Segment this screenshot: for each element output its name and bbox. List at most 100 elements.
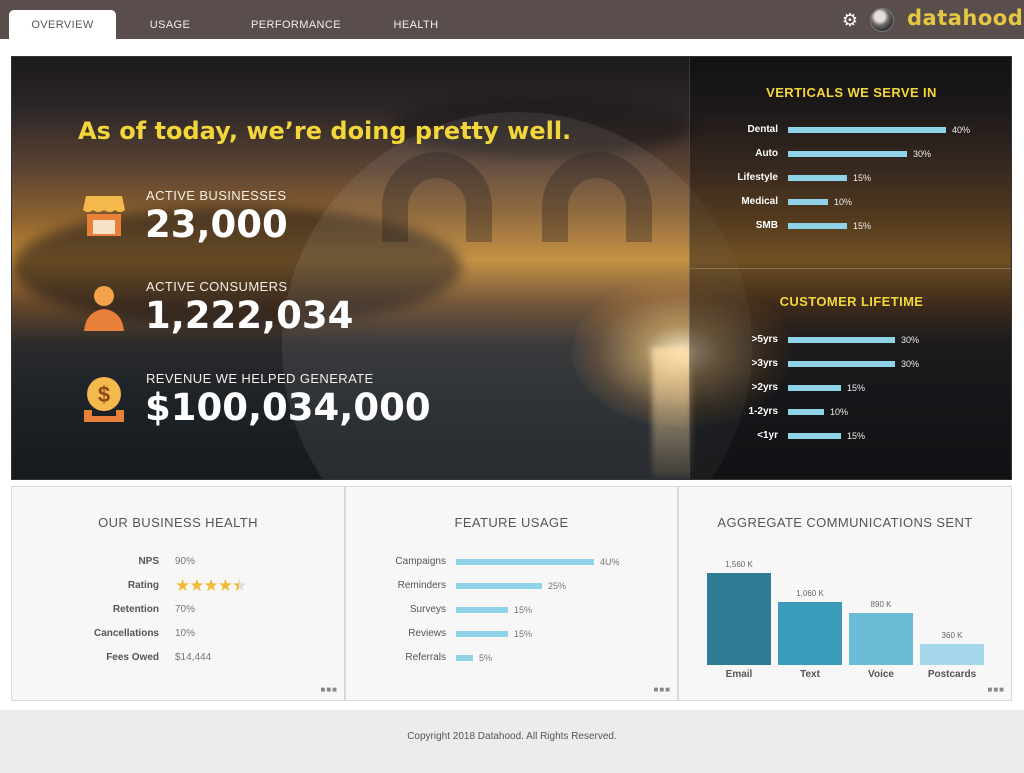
feature-row: Surveys 15% bbox=[410, 603, 532, 617]
svg-text:$: $ bbox=[98, 382, 110, 407]
tab-overview[interactable]: OVERVIEW bbox=[9, 10, 116, 39]
lifetime-row-label: <1yr bbox=[757, 430, 778, 441]
tab-usage[interactable]: USAGE bbox=[130, 10, 210, 39]
tab-health[interactable]: HEALTH bbox=[380, 10, 452, 39]
business-health-card: OUR BUSINESS HEALTH NPS 90% Rating ★★★★★… bbox=[11, 486, 345, 701]
feature-usage-card: FEATURE USAGE Campaigns 4U% Reminders 25% Su… bbox=[345, 486, 678, 701]
business-health-title: OUR BUSINESS HEALTH bbox=[98, 515, 258, 530]
feature-row-value: 15% bbox=[514, 605, 533, 615]
vertical-row-value: 10% bbox=[834, 197, 853, 207]
lifetime-row-bar bbox=[788, 409, 824, 415]
vertical-row-value: 30% bbox=[913, 149, 932, 159]
comm-label: Email bbox=[725, 669, 753, 680]
lifetime-row-value: 10% bbox=[830, 407, 849, 417]
vertical-row: Lifestyle 15% bbox=[737, 171, 871, 185]
top-nav-bar: OVERVIEW USAGE PERFORMANCE HEALTH ⚙ data… bbox=[0, 0, 1024, 39]
lifetime-row-value: 30% bbox=[901, 359, 920, 369]
more-dots-icon[interactable]: ■■■ bbox=[321, 685, 339, 694]
more-dots-icon[interactable]: ■■■ bbox=[988, 685, 1006, 694]
feature-row: Referrals 5% bbox=[405, 651, 492, 665]
vertical-row: Medical 10% bbox=[741, 195, 852, 209]
comm-bar bbox=[920, 644, 984, 665]
lifetime-row-bar bbox=[788, 337, 895, 343]
hero-banner: As of today, we’re doing pretty well. AC… bbox=[11, 56, 1012, 480]
vertical-row: Dental 40% bbox=[747, 123, 970, 137]
feature-usage-title: FEATURE USAGE bbox=[454, 515, 569, 530]
verticals-title: VERTICALS WE SERVE IN bbox=[766, 85, 937, 100]
feature-row-value: 25% bbox=[548, 581, 567, 591]
feature-row-label: Reminders bbox=[397, 580, 446, 591]
health-key: Cancellations bbox=[93, 628, 159, 639]
avatar[interactable] bbox=[870, 8, 894, 32]
health-key: Rating bbox=[127, 580, 159, 591]
communications-title: AGGREGATE COMMUNICATIONS SENT bbox=[717, 515, 973, 530]
stat-label-revenue: REVENUE WE HELPED GENERATE bbox=[146, 371, 374, 386]
comm-column: 1,560 K Email bbox=[707, 560, 771, 680]
lifetime-row: <1yr 15% bbox=[757, 429, 865, 443]
gear-icon[interactable]: ⚙ bbox=[840, 10, 860, 30]
feature-row-value: 4U% bbox=[600, 557, 620, 567]
person-icon bbox=[84, 286, 124, 331]
health-row-rating: Rating ★★★★★ bbox=[128, 576, 247, 595]
star-icon: ★ bbox=[175, 576, 190, 595]
star-icon: ★ bbox=[203, 576, 219, 595]
communications-card: AGGREGATE COMMUNICATIONS SENT 1,560 K Ema… bbox=[678, 486, 1012, 701]
copyright-text: Copyright 2018 Datahood. All Rights Rese… bbox=[407, 731, 617, 742]
vertical-row-bar bbox=[788, 223, 847, 229]
feature-row-bar bbox=[456, 607, 508, 613]
vertical-row-label: Medical bbox=[741, 196, 778, 207]
health-value: 10% bbox=[175, 628, 196, 639]
comm-value: 1,060 K bbox=[796, 589, 824, 598]
health-row-fees-owed: Fees Owed $14,444 bbox=[106, 651, 212, 665]
feature-row-bar bbox=[456, 631, 508, 637]
comm-bar bbox=[849, 613, 913, 665]
lifetime-title: CUSTOMER LIFETIME bbox=[779, 294, 924, 309]
stat-label-consumers: ACTIVE CONSUMERS bbox=[146, 279, 288, 294]
feature-row-bar bbox=[456, 583, 542, 589]
lifetime-row-value: 15% bbox=[847, 431, 866, 441]
lifetime-row-bar bbox=[788, 385, 841, 391]
more-dots-icon[interactable]: ■■■ bbox=[654, 685, 672, 694]
health-row-nps: NPS 90% bbox=[138, 555, 195, 569]
feature-row-value: 5% bbox=[479, 653, 493, 663]
feature-row: Reviews 15% bbox=[408, 627, 532, 641]
brand-logo[interactable]: datahood bbox=[907, 6, 1023, 30]
feature-row: Campaigns 4U% bbox=[395, 555, 619, 569]
feature-row-bar bbox=[456, 559, 594, 565]
vertical-row-bar bbox=[788, 175, 847, 181]
comm-value: 360 K bbox=[941, 631, 963, 640]
feature-row-label: Surveys bbox=[409, 604, 446, 615]
health-value: $14,444 bbox=[175, 652, 212, 663]
health-row-retention: Retention 70% bbox=[113, 603, 196, 617]
storefront-icon bbox=[83, 196, 125, 236]
feature-row-label: Campaigns bbox=[395, 556, 446, 567]
lifetime-row: 1-2yrs 10% bbox=[749, 405, 848, 419]
stat-label-businesses: ACTIVE BUSINESSES bbox=[146, 188, 287, 203]
vertical-row-label: Dental bbox=[747, 124, 778, 135]
hero-headline: As of today, we’re doing pretty well. bbox=[78, 117, 572, 145]
comm-column: 360 K Postcards bbox=[920, 631, 984, 680]
comm-value: 890 K bbox=[870, 600, 892, 609]
vertical-row-bar bbox=[788, 127, 946, 133]
lifetime-panel: CUSTOMER LIFETIME >5yrs 30% >3yrs 30% >2yrs 1… bbox=[689, 269, 1011, 479]
lifetime-row-label: >3yrs bbox=[751, 358, 778, 369]
lifetime-row-label: >2yrs bbox=[751, 382, 778, 393]
smiley-eye bbox=[382, 152, 492, 242]
vertical-row-label: Lifestyle bbox=[737, 172, 778, 183]
health-value: 70% bbox=[175, 604, 196, 615]
comm-bar bbox=[778, 602, 842, 665]
health-key: Retention bbox=[112, 604, 159, 615]
stat-value-businesses: 23,000 bbox=[145, 203, 288, 246]
health-key: Fees Owed bbox=[106, 652, 159, 663]
vertical-row-value: 15% bbox=[853, 221, 872, 231]
lifetime-row: >2yrs 15% bbox=[752, 381, 865, 395]
vertical-row-bar bbox=[788, 151, 907, 157]
vertical-row-label: SMB bbox=[755, 220, 778, 231]
tab-performance[interactable]: PERFORMANCE bbox=[240, 10, 352, 39]
vertical-row-value: 15% bbox=[853, 173, 872, 183]
comm-column: 1,060 K Text bbox=[778, 589, 842, 680]
lifetime-row-bar bbox=[788, 361, 895, 367]
vertical-row-value: 40% bbox=[952, 125, 971, 135]
feature-row-bar bbox=[456, 655, 473, 661]
feature-row-label: Referrals bbox=[405, 652, 446, 663]
